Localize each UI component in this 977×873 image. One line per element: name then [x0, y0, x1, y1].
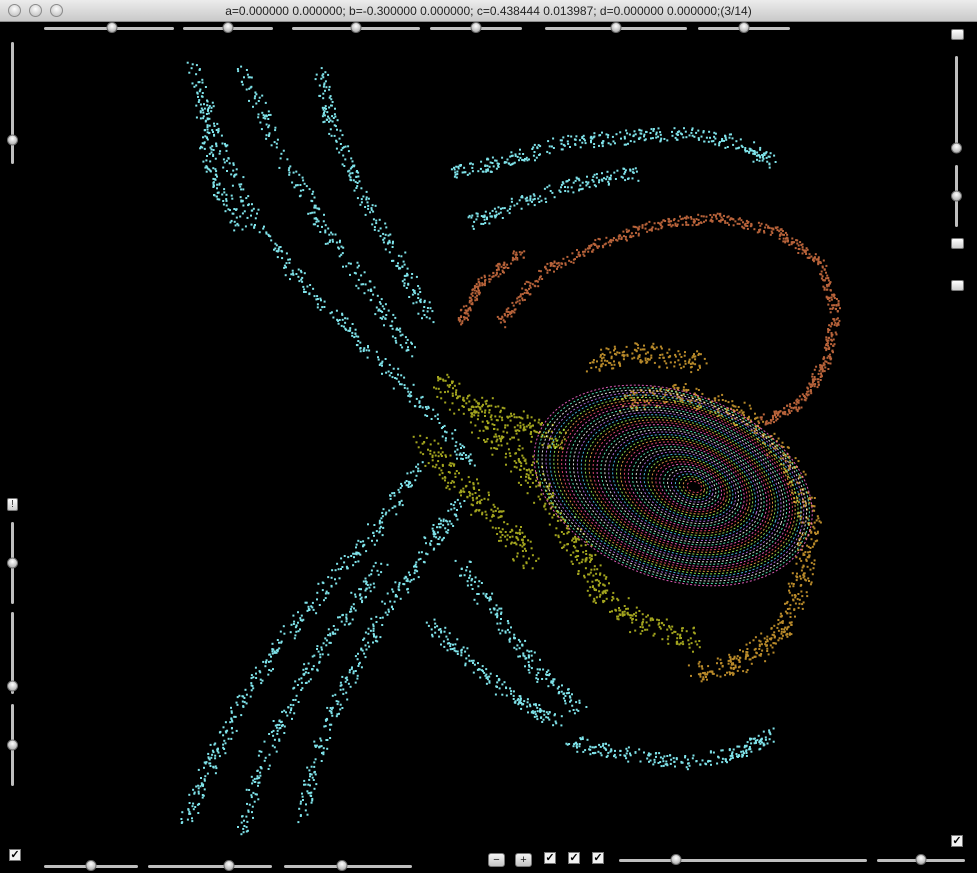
checkbox-bottom-left[interactable]: ✓: [9, 849, 21, 861]
slider-top-5[interactable]: [545, 21, 687, 35]
fractal-canvas[interactable]: [0, 22, 977, 873]
slider-left-2[interactable]: [6, 522, 20, 604]
title-bar: a=0.000000 0.000000; b=-0.300000 0.00000…: [0, 0, 977, 22]
slider-top-2[interactable]: [183, 21, 273, 35]
slider-bottom-2[interactable]: [148, 859, 272, 873]
checkbox-right[interactable]: ✓: [951, 835, 963, 847]
checkbox-bottom-1[interactable]: ✓: [544, 852, 556, 864]
slider-bottom-1[interactable]: [44, 859, 138, 873]
slider-left-3[interactable]: [6, 612, 20, 694]
slider-bottom-3[interactable]: [284, 859, 412, 873]
slider-right-2[interactable]: [950, 165, 964, 227]
slider-bottom-5[interactable]: [877, 853, 965, 867]
slider-top-6[interactable]: [698, 21, 790, 35]
slider-top-3[interactable]: [292, 21, 420, 35]
slider-top-4[interactable]: [430, 21, 522, 35]
window-title: a=0.000000 0.000000; b=-0.300000 0.00000…: [225, 4, 752, 18]
slider-bottom-4[interactable]: [619, 853, 867, 867]
toggle-button-right-2[interactable]: [951, 238, 964, 249]
checkbox-bottom-3[interactable]: ✓: [592, 852, 604, 864]
zoom-in-button[interactable]: +: [515, 853, 532, 867]
slider-top-1[interactable]: [44, 21, 174, 35]
zoom-out-button[interactable]: −: [488, 853, 505, 867]
slider-left-4[interactable]: [6, 704, 20, 786]
exclamation-button[interactable]: !: [7, 498, 18, 511]
slider-left-1[interactable]: [6, 42, 20, 164]
application-window: a=0.000000 0.000000; b=-0.300000 0.00000…: [0, 0, 977, 873]
toggle-button-right-3[interactable]: [951, 280, 964, 291]
slider-right-1[interactable]: [950, 56, 964, 154]
checkbox-bottom-2[interactable]: ✓: [568, 852, 580, 864]
toggle-button-right-1[interactable]: [951, 29, 964, 40]
